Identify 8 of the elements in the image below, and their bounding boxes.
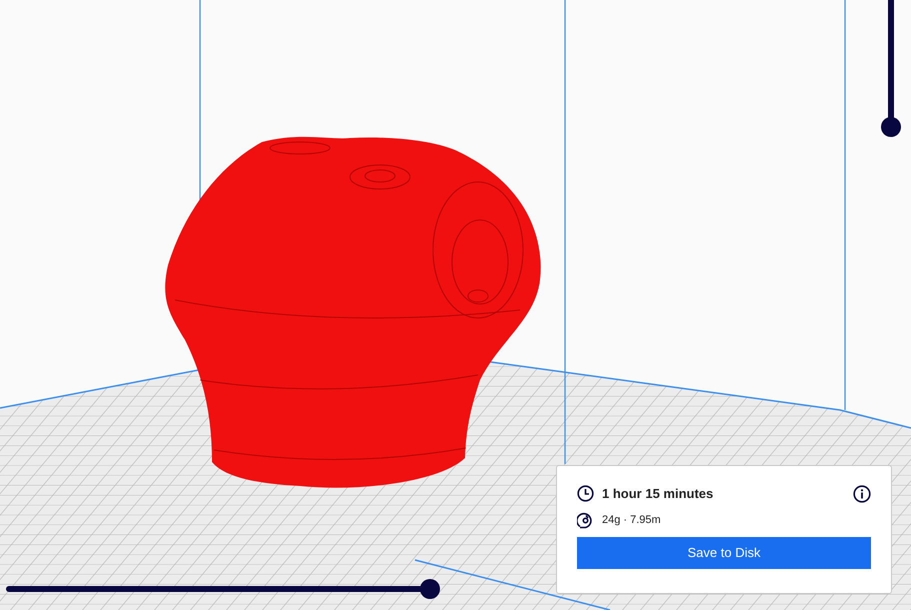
material-usage: 24g · 7.95m (602, 512, 661, 528)
path-slider[interactable] (6, 579, 440, 599)
clock-icon (577, 485, 594, 502)
spool-icon (577, 512, 594, 528)
print-time: 1 hour 15 minutes (602, 485, 714, 503)
save-to-disk-button[interactable]: Save to Disk (577, 536, 871, 568)
info-icon[interactable] (853, 484, 871, 503)
layer-slider[interactable] (881, 0, 901, 137)
